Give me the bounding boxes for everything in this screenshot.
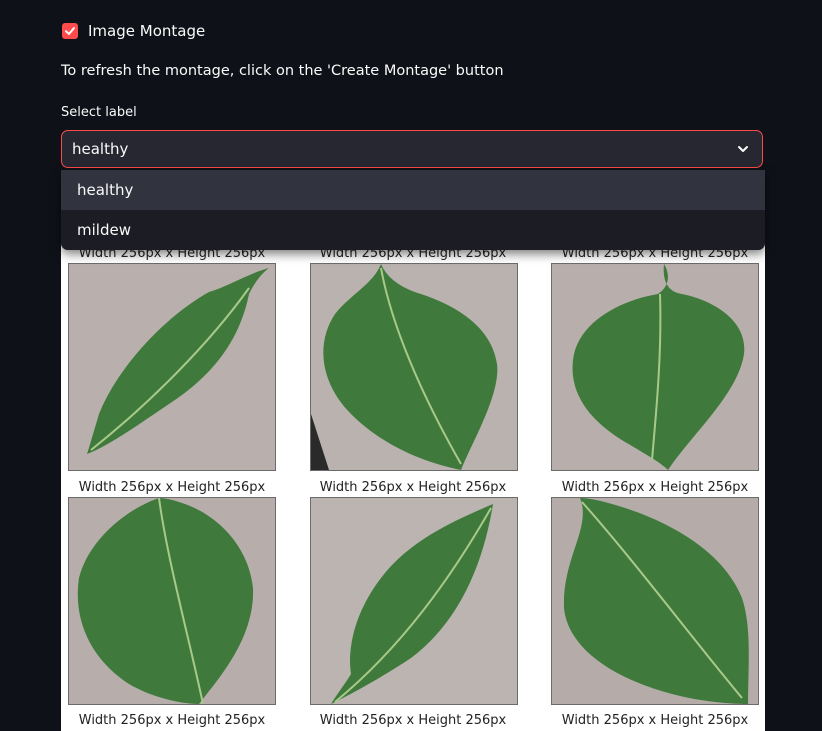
leaf-image [68, 497, 276, 705]
leaf-image [310, 497, 518, 705]
dropdown-option-mildew[interactable]: mildew [61, 210, 765, 250]
leaf-image [310, 263, 518, 471]
montage-caption: Width 256px x Height 256px [561, 480, 749, 495]
label-dropdown-menu: healthy mildew [61, 170, 765, 250]
image-montage-label: Image Montage [88, 22, 206, 40]
leaf-image [551, 263, 759, 471]
select-value: healthy [72, 140, 129, 158]
montage-caption: Width 256px x Height 256px [319, 713, 507, 728]
image-montage-checkbox[interactable] [62, 23, 78, 39]
montage-caption: Width 256px x Height 256px [561, 713, 749, 728]
check-icon [65, 27, 75, 35]
montage-caption: Width 256px x Height 256px [78, 713, 266, 728]
chevron-down-icon [738, 146, 748, 152]
leaf-image [551, 497, 759, 705]
select-label: Select label [61, 105, 137, 120]
image-montage: Width 256px x Height 256px Width 256px x… [61, 240, 765, 731]
dropdown-option-healthy[interactable]: healthy [61, 170, 765, 210]
label-select[interactable]: healthy [61, 130, 763, 168]
refresh-instructions: To refresh the montage, click on the 'Cr… [61, 63, 504, 79]
leaf-image [68, 263, 276, 471]
montage-caption: Width 256px x Height 256px [319, 480, 507, 495]
montage-caption: Width 256px x Height 256px [78, 480, 266, 495]
image-montage-checkbox-row[interactable]: Image Montage [62, 22, 205, 40]
